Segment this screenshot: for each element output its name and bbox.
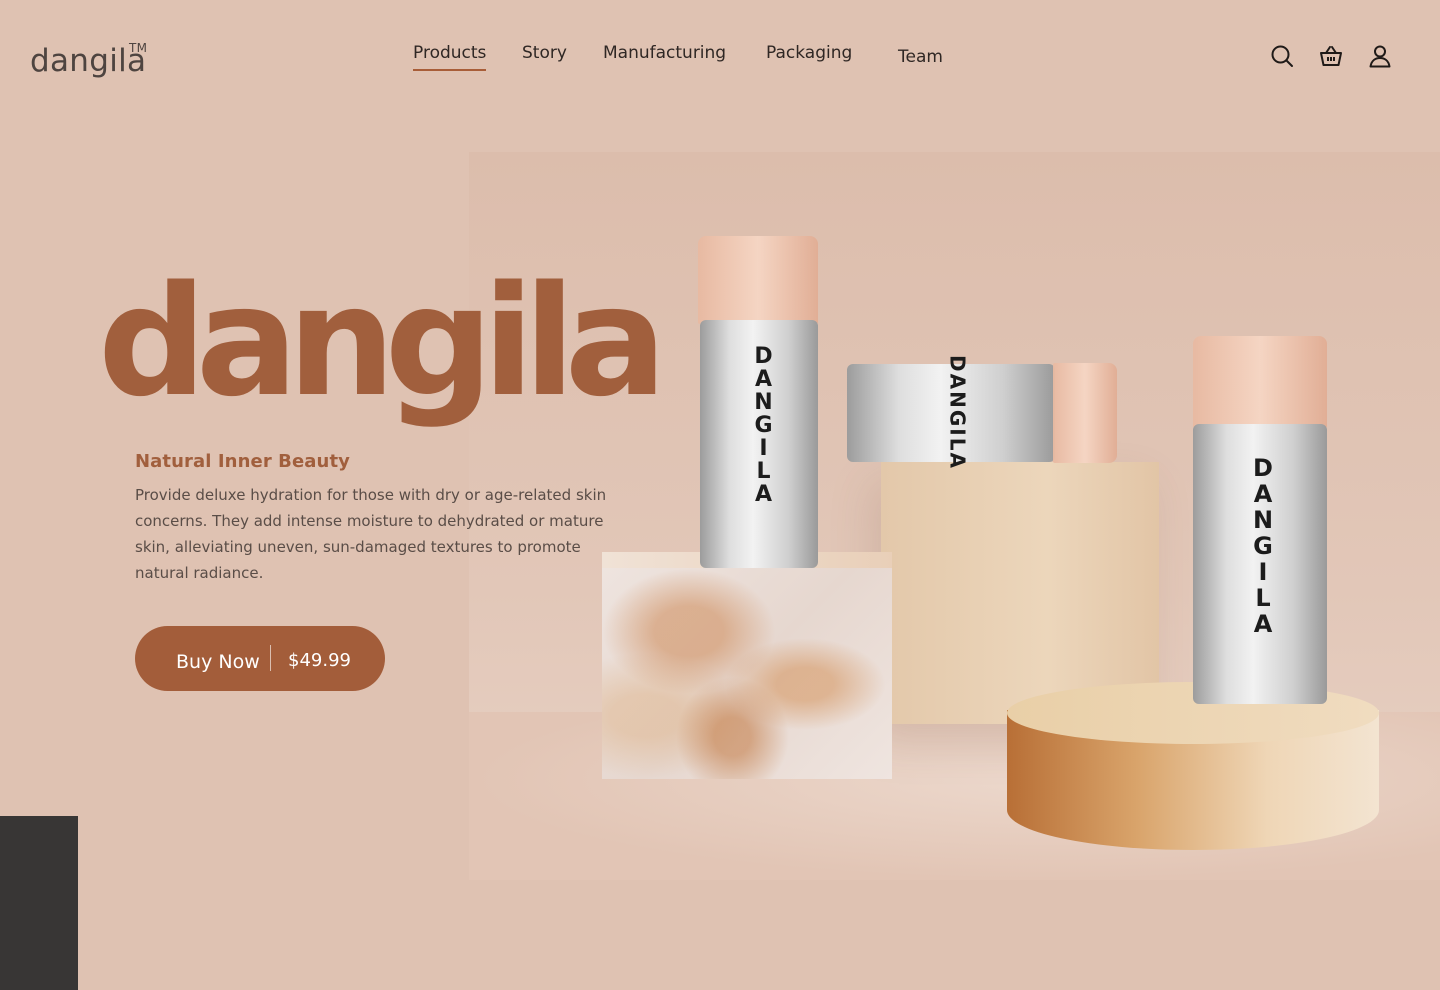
buy-now-label: Buy Now: [176, 651, 260, 673]
main-nav: Products Story Manufacturing Packaging T…: [0, 42, 1440, 82]
hero-tagline: Natural Inner Beauty: [135, 451, 350, 472]
nav-item-products[interactable]: Products: [413, 42, 487, 71]
bottle-label: DANGILA: [751, 344, 776, 505]
bottle-cap-lying: [1053, 363, 1117, 463]
product-price: $49.99: [288, 650, 351, 671]
bottle-upright-right: DANGILA: [1193, 424, 1327, 704]
bottle-lying: DANGILA: [847, 355, 1055, 470]
round-pedestal: [1007, 682, 1379, 854]
hero-description: Provide deluxe hydration for those with …: [135, 486, 607, 582]
bottle-label-right: DANGILA: [1249, 454, 1277, 636]
dark-corner-block: [0, 816, 78, 990]
bottle-label-lying: DANGILA: [945, 355, 970, 470]
bottle-upright-left: DANGILA: [700, 320, 818, 568]
bottle-cap: [698, 236, 818, 324]
nav-item-team[interactable]: Team: [898, 46, 943, 68]
marble-cube: [602, 552, 892, 779]
buy-now-button[interactable]: Buy Now $49.99: [135, 626, 385, 691]
bottle-cap-right: [1193, 336, 1327, 428]
nav-item-story[interactable]: Story: [522, 42, 567, 64]
nav-item-manufacturing[interactable]: Manufacturing: [603, 42, 726, 64]
nav-item-packaging[interactable]: Packaging: [766, 42, 852, 64]
basket-icon[interactable]: [1318, 43, 1344, 69]
button-divider: [270, 645, 271, 671]
hero-brand-word: dangila: [98, 253, 667, 430]
user-icon[interactable]: [1367, 43, 1393, 69]
search-icon[interactable]: [1269, 43, 1295, 69]
